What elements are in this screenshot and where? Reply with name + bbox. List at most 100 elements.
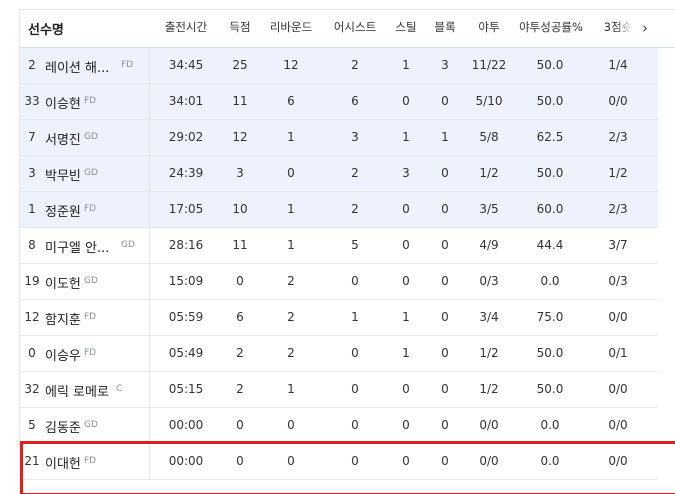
cell-three-pointers: 0/3 (608, 274, 628, 288)
cell-points: 6 (236, 310, 244, 324)
cell-blocks: 0 (441, 310, 449, 324)
player-number: 1 (28, 202, 36, 216)
cell-assists: 0 (351, 274, 359, 288)
cell-three-pointers: 0/0 (608, 382, 628, 396)
table-row[interactable]: 0 이승우 FD 05:49 2 2 0 1 0 1/2 50.0 0/1 (20, 336, 658, 372)
table-row[interactable]: 2 레이션 해... FD 34:45 25 12 2 1 3 11/22 50.0 1/4 (20, 48, 658, 84)
cell-field-goal-pct: 60.0 (536, 202, 564, 216)
player-name[interactable]: 서명진 (45, 129, 81, 148)
player-name[interactable]: 박무빈 (45, 165, 81, 184)
cell-steals: 1 (402, 310, 410, 324)
cell-assists: 3 (351, 130, 359, 144)
column-divider (149, 264, 150, 299)
cell-steals: 0 (402, 454, 410, 468)
table-row[interactable]: 7 서명진 GD 29:02 12 1 3 1 1 5/8 62.5 2/3 (20, 120, 658, 156)
cell-field-goals: 5/8 (479, 130, 499, 144)
cell-blocks: 0 (441, 346, 449, 360)
column-divider (149, 336, 150, 371)
cell-field-goals: 11/22 (471, 58, 507, 72)
header-blocks[interactable]: 블록 (433, 19, 457, 35)
player-number: 32 (24, 382, 40, 396)
player-name[interactable]: 이도헌 (45, 273, 81, 292)
column-divider (149, 156, 150, 191)
table-row[interactable]: 3 박무빈 GD 24:39 3 0 2 3 0 1/2 50.0 1/2 (20, 156, 658, 192)
table-row[interactable]: 19 이도헌 GD 15:09 0 2 0 0 0 0/3 0.0 0/3 (20, 264, 658, 300)
column-divider (149, 228, 150, 263)
column-divider (149, 372, 150, 407)
cell-field-goal-pct: 50.0 (536, 94, 564, 108)
cell-points: 0 (236, 454, 244, 468)
table-row[interactable]: 8 미구엘 안... GD 28:16 11 1 5 0 0 4/9 44.4 3/7 (20, 228, 658, 264)
table-row[interactable]: 33 이승현 FD 34:01 11 6 6 0 0 5/10 50.0 0/0 (20, 84, 658, 120)
cell-rebounds: 0 (287, 454, 295, 468)
cell-steals: 3 (402, 166, 410, 180)
cell-three-pointers: 3/7 (608, 238, 628, 252)
cell-three-pointers: 1/2 (608, 166, 628, 180)
player-name[interactable]: 에릭 로메로 (45, 381, 109, 400)
cell-three-pointers: 2/3 (608, 202, 628, 216)
column-divider (149, 192, 150, 227)
player-position: GD (84, 276, 98, 286)
player-position: GD (84, 132, 98, 142)
cell-blocks: 0 (441, 202, 449, 216)
cell-blocks: 0 (441, 238, 449, 252)
player-name[interactable]: 레이션 해... (45, 57, 109, 76)
table-row[interactable]: 5 김동준 GD 00:00 0 0 0 0 0 0/0 0.0 0/0 (20, 408, 658, 444)
table-row[interactable]: 1 정준원 FD 17:05 10 1 2 0 0 3/5 60.0 2/3 (20, 192, 658, 228)
cell-blocks: 0 (441, 274, 449, 288)
cell-points: 25 (232, 58, 248, 72)
cell-field-goals: 5/10 (475, 94, 503, 108)
cell-rebounds: 2 (287, 274, 295, 288)
cell-field-goals: 1/2 (479, 166, 499, 180)
cell-assists: 5 (351, 238, 359, 252)
cell-points: 10 (232, 202, 248, 216)
cell-three-pointers: 0/0 (608, 94, 628, 108)
cell-rebounds: 1 (287, 130, 295, 144)
cell-minutes: 15:09 (168, 274, 204, 288)
player-name[interactable]: 함지훈 (45, 309, 81, 328)
cell-blocks: 1 (441, 130, 449, 144)
cell-minutes: 05:49 (168, 346, 204, 360)
header-field-goals[interactable]: 야투 (472, 19, 506, 35)
cell-steals: 1 (402, 58, 410, 72)
cell-points: 0 (236, 418, 244, 432)
player-name[interactable]: 김동준 (45, 417, 81, 436)
header-points[interactable]: 득점 (228, 19, 252, 35)
table-row[interactable]: 32 에릭 로메로 C 05:15 2 1 0 0 0 1/2 50.0 0/0 (20, 372, 658, 408)
player-name[interactable]: 이승우 (45, 345, 81, 364)
cell-field-goal-pct: 62.5 (536, 130, 564, 144)
player-name[interactable]: 이대헌 (45, 453, 81, 472)
chevron-right-icon[interactable]: › (634, 18, 656, 40)
player-number: 8 (28, 238, 36, 252)
header-scroll-fade (616, 10, 634, 46)
player-name[interactable]: 이승현 (45, 93, 81, 112)
table-row[interactable]: 12 함지훈 FD 05:59 6 2 1 1 0 3/4 75.0 0/0 (20, 300, 658, 336)
player-number: 7 (28, 130, 36, 144)
header-field-goal-pct[interactable]: 야투성공률% (516, 19, 586, 35)
header-minutes[interactable]: 출전시간 (160, 19, 212, 35)
cell-three-pointers: 0/0 (608, 418, 628, 432)
player-name[interactable]: 미구엘 안... (45, 237, 109, 256)
player-number: 5 (28, 418, 36, 432)
cell-field-goals: 0/0 (479, 418, 499, 432)
player-name[interactable]: 정준원 (45, 201, 81, 220)
cell-field-goals: 4/9 (479, 238, 499, 252)
cell-blocks: 0 (441, 382, 449, 396)
table-row[interactable]: 21 이대헌 FD 00:00 0 0 0 0 0 0/0 0.0 0/0 (20, 444, 658, 480)
header-rebounds[interactable]: 리바운드 (266, 19, 316, 35)
cell-blocks: 0 (441, 94, 449, 108)
player-position: GD (84, 420, 98, 430)
cell-rebounds: 0 (287, 418, 295, 432)
cell-blocks: 0 (441, 166, 449, 180)
cell-field-goals: 3/4 (479, 310, 499, 324)
player-position: GD (84, 168, 98, 178)
cell-field-goals: 1/2 (479, 382, 499, 396)
header-assists[interactable]: 어시스트 (329, 19, 381, 35)
cell-assists: 0 (351, 382, 359, 396)
column-divider (149, 48, 150, 83)
cell-field-goal-pct: 44.4 (536, 238, 564, 252)
player-number: 2 (28, 58, 36, 72)
column-divider (149, 444, 150, 479)
header-steals[interactable]: 스틸 (394, 19, 418, 35)
cell-field-goal-pct: 0.0 (540, 454, 560, 468)
